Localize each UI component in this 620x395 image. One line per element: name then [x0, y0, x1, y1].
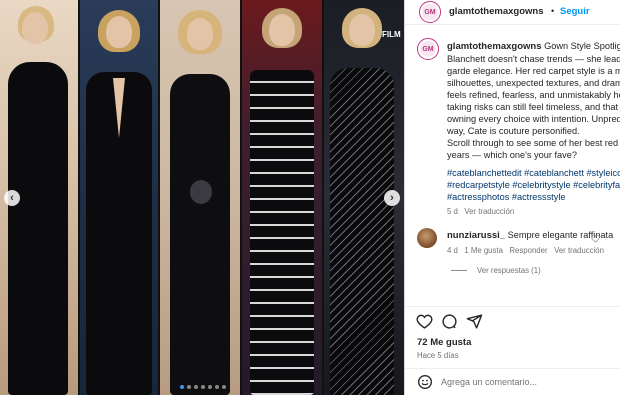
carousel-dot: [201, 385, 205, 389]
photo-panel-2: [80, 0, 158, 395]
avatar-monogram: GM: [422, 4, 438, 20]
reply-button[interactable]: Responder: [509, 246, 547, 255]
carousel-dot: [208, 385, 212, 389]
chevron-right-icon: ›: [390, 192, 394, 204]
post-header: GM glamtothemaxgowns • Seguir: [405, 0, 620, 25]
caption-line: taking risks can still feel timeless, an…: [447, 102, 620, 112]
chevron-left-icon: ‹: [10, 192, 14, 204]
caption-line: feels refined, fearless, and unmistakabl…: [447, 90, 620, 100]
carousel-dot: [180, 385, 184, 389]
commenter-avatar[interactable]: [417, 228, 437, 248]
hashtag-line[interactable]: #redcarpetstyle #celebritystyle #celebri…: [447, 179, 620, 191]
caption-line: way, Cate is couture personified.: [447, 126, 580, 136]
post-username[interactable]: glamtothemaxgowns: [449, 6, 544, 17]
post-sidebar: GM glamtothemaxgowns • Seguir GM glamtot…: [404, 0, 620, 395]
comment-meta: 4 d 1 Me gusta Responder Ver traducción: [447, 246, 604, 255]
caption-avatar[interactable]: GM: [417, 38, 439, 60]
see-translation-link[interactable]: Ver traducción: [464, 207, 514, 216]
hashtag-line[interactable]: #actressphotos #actressstyle: [447, 191, 620, 203]
caption-line: silhouettes, unexpected textures, and dr…: [447, 78, 620, 88]
comment-composer: [405, 368, 620, 395]
emoji-icon[interactable]: [417, 374, 433, 395]
carousel-next-button[interactable]: ›: [384, 190, 400, 206]
comment-icon[interactable]: [441, 313, 458, 335]
carousel-prev-button[interactable]: ‹: [4, 190, 20, 206]
comment-username[interactable]: nunziarussi_: [447, 230, 505, 241]
carousel-dot: [215, 385, 219, 389]
carousel-indicator: [180, 385, 226, 389]
carousel-dot: [194, 385, 198, 389]
likes-count[interactable]: 72 Me gusta: [417, 337, 471, 348]
photo-panel-3: [160, 0, 240, 395]
caption-line: years — which one's your fave?: [447, 150, 577, 160]
post-time: Hace 5 días: [417, 351, 459, 360]
caption-line: Scroll through to see some of her best r…: [447, 138, 620, 148]
follow-button[interactable]: Seguir: [560, 6, 590, 17]
share-icon[interactable]: [466, 313, 483, 335]
comment-input[interactable]: [441, 374, 611, 390]
avatar[interactable]: GM: [419, 1, 441, 23]
hashtag-line[interactable]: #cateblanchettedit #cateblanchett #style…: [447, 167, 620, 179]
caption-line: Blanchett doesn't chase trends — she lea…: [447, 54, 620, 64]
caption: glamtothemaxgowns Gown Style Spotlight: …: [447, 40, 620, 216]
post-media-carousel[interactable]: FILM ‹ ›: [0, 0, 404, 395]
photo-panel-4: [242, 0, 322, 395]
comment-age: 4 d: [447, 246, 458, 255]
view-replies-button[interactable]: Ver respuestas (1): [451, 266, 541, 275]
comment: nunziarussi_ Sempre elegante raffinata: [447, 229, 613, 242]
comment-like-heart-icon[interactable]: [591, 230, 600, 248]
caption-age: 5 d: [447, 207, 458, 216]
caption-line: owning every choice with intention. Unpr…: [447, 114, 620, 124]
separator: •: [551, 6, 555, 16]
comment-likes[interactable]: 1 Me gusta: [464, 246, 503, 255]
caption-line: garde elegance. Her red carpet style is …: [447, 66, 620, 76]
caption-meta: 5 d Ver traducción: [447, 207, 620, 216]
caption-username[interactable]: glamtothemaxgowns: [447, 41, 542, 52]
carousel-dot: [187, 385, 191, 389]
caption-line: glamtothemaxgowns Gown Style Spotlight: …: [447, 41, 620, 52]
carousel-dot: [222, 385, 226, 389]
backdrop-text: FILM: [382, 30, 401, 39]
heart-icon[interactable]: [416, 313, 433, 335]
